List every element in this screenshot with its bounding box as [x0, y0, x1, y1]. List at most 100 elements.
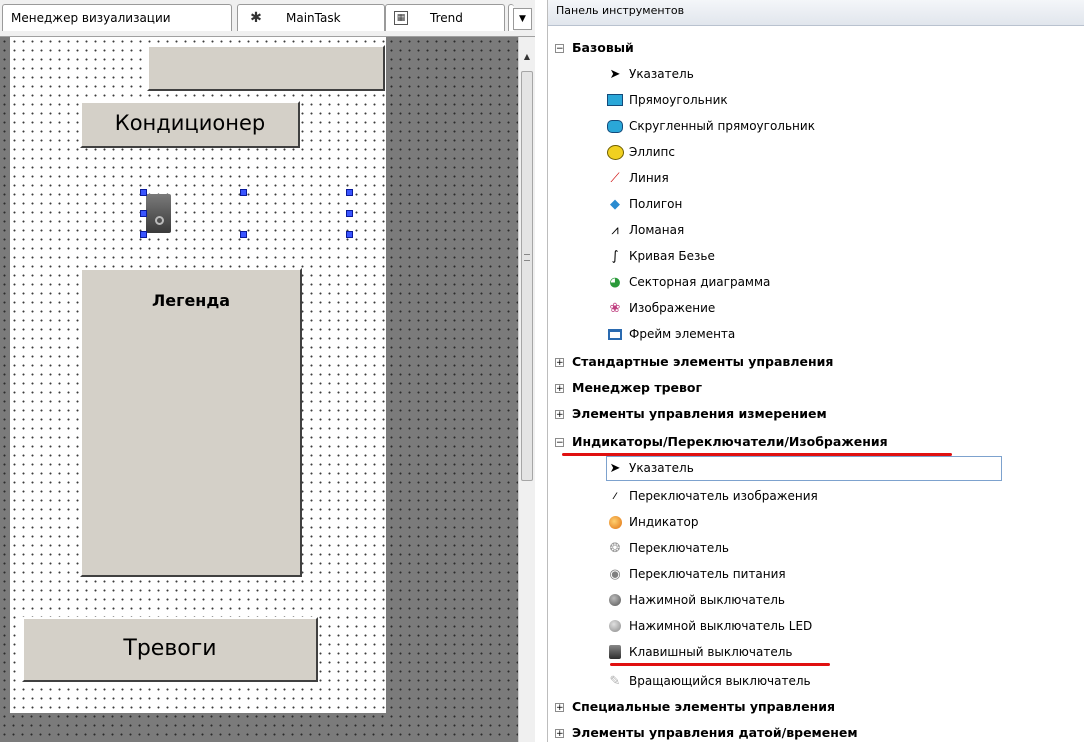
tool-label: Переключатель питания	[629, 567, 786, 581]
tool-pointer-2[interactable]: ➤ Указатель	[606, 455, 694, 481]
tool-label: Переключатель изображения	[629, 489, 818, 503]
alarms-button[interactable]: Тревоги	[22, 617, 318, 682]
vertical-scrollbar[interactable]: ▲	[518, 37, 535, 742]
tool-image[interactable]: ❀ Изображение	[606, 295, 716, 321]
pointer-icon: ➤	[609, 66, 621, 82]
scroll-thumb[interactable]	[521, 71, 533, 481]
tool-bezier[interactable]: ∫ Кривая Безье	[606, 243, 715, 269]
polyline-icon: ⩘	[611, 222, 619, 238]
ellipse-icon	[606, 144, 624, 162]
tool-rocker-switch[interactable]: Клавишный выключатель	[606, 639, 792, 665]
category-standard-controls[interactable]: + Стандартные элементы управления	[555, 349, 833, 375]
expand-icon[interactable]: +	[555, 703, 564, 713]
expand-icon[interactable]: +	[555, 358, 564, 368]
tool-label: Клавишный выключатель	[629, 645, 793, 659]
tool-label: Ломаная	[629, 223, 685, 237]
tool-label: Указатель	[629, 461, 694, 475]
tool-label: Фрейм элемента	[629, 327, 736, 341]
rounded-rectangle-icon	[606, 118, 624, 136]
category-label: Менеджер тревог	[572, 380, 703, 395]
category-label: Специальные элементы управления	[572, 699, 835, 714]
collapse-icon[interactable]: −	[555, 44, 564, 54]
tab-label: Trend	[430, 11, 463, 25]
grip-icon	[524, 254, 530, 261]
category-label: Индикаторы/Переключатели/Изображения	[572, 434, 888, 449]
category-label: Стандартные элементы управления	[572, 354, 834, 369]
push-led-icon	[606, 618, 624, 636]
frame-icon	[606, 326, 624, 344]
toolbox-title: Панель инструментов	[548, 0, 1084, 26]
selection-handle[interactable]	[140, 210, 147, 217]
rocker-switch-element[interactable]	[146, 194, 171, 233]
tool-line[interactable]: ⟋ Линия	[606, 165, 669, 191]
selection-handle[interactable]	[346, 210, 353, 217]
tool-label: Скругленный прямоугольник	[629, 119, 815, 133]
selection-handle[interactable]	[346, 231, 353, 238]
tab-visualization-manager[interactable]: Менеджер визуализации	[2, 4, 232, 31]
rotary-switch-icon: ✎	[609, 673, 621, 689]
tool-polyline[interactable]: ⩘ Ломаная	[606, 217, 684, 243]
power-switch-icon: ◉	[609, 566, 621, 582]
on-off-icon: ⁄	[614, 491, 616, 502]
category-special-controls[interactable]: + Специальные элементы управления	[555, 694, 835, 720]
visualization-canvas[interactable]: Кондиционер Легенда Тревоги	[10, 37, 386, 713]
task-icon: ✱	[250, 10, 262, 26]
tool-label: Прямоугольник	[629, 93, 728, 107]
category-datetime-controls[interactable]: + Элементы управления датой/временем	[555, 720, 858, 746]
dial-switch-icon: ❂	[609, 540, 621, 556]
tool-push-switch-led[interactable]: Нажимной выключатель LED	[606, 613, 812, 639]
polygon-icon: ◆	[610, 196, 620, 212]
pie-icon: ◕	[609, 274, 621, 290]
tab-maintask[interactable]: ✱ MainTask	[237, 4, 385, 31]
bezier-icon: ∫	[611, 248, 619, 264]
collapse-icon[interactable]: −	[555, 438, 564, 448]
rectangle-icon	[606, 92, 624, 110]
tool-label: Эллипс	[629, 145, 675, 159]
image-icon: ❀	[609, 300, 621, 316]
category-measurement-controls[interactable]: + Элементы управления измерением	[555, 401, 827, 427]
tool-pointer[interactable]: ➤ Указатель	[606, 61, 694, 87]
tool-rotary-switch[interactable]: ✎ Вращающийся выключатель	[606, 668, 811, 694]
tool-dial-switch[interactable]: ❂ Переключатель	[606, 535, 729, 561]
push-button-icon	[606, 592, 624, 610]
top-button[interactable]	[147, 45, 385, 91]
tab-trend[interactable]: ▦ Trend	[385, 4, 505, 31]
conditioner-button[interactable]: Кондиционер	[80, 101, 300, 148]
tool-label: Нажимной выключатель	[629, 593, 785, 607]
line-icon: ⟋	[610, 170, 620, 186]
tool-lamp[interactable]: Индикатор	[606, 509, 698, 535]
expand-icon[interactable]: +	[555, 410, 564, 420]
tool-label: Кривая Безье	[629, 249, 715, 263]
expand-icon[interactable]: +	[555, 729, 564, 739]
tool-label: Полигон	[629, 197, 683, 211]
category-indicators-switches-images[interactable]: − Индикаторы/Переключатели/Изображения	[555, 429, 888, 455]
tool-image-switcher[interactable]: ⁄ Переключатель изображения	[606, 483, 818, 509]
tool-push-switch[interactable]: Нажимной выключатель	[606, 587, 785, 613]
tool-frame[interactable]: Фрейм элемента	[606, 321, 735, 347]
trend-icon: ▦	[394, 11, 408, 25]
selection-handle[interactable]	[240, 231, 247, 238]
category-basic[interactable]: − Базовый	[555, 35, 634, 61]
selection-handle[interactable]	[346, 189, 353, 196]
tool-ellipse[interactable]: Эллипс	[606, 139, 675, 165]
legend-panel[interactable]: Легенда	[80, 268, 302, 577]
visualization-editor: Менеджер визуализации ✱ MainTask ▦ Trend…	[0, 0, 535, 742]
category-label: Базовый	[572, 40, 634, 55]
tool-rectangle[interactable]: Прямоугольник	[606, 87, 728, 113]
selection-handle[interactable]	[140, 231, 147, 238]
tool-power-switch[interactable]: ◉ Переключатель питания	[606, 561, 786, 587]
tab-list-dropdown-button[interactable]: ▼	[513, 8, 532, 30]
editor-tab-bar: Менеджер визуализации ✱ MainTask ▦ Trend…	[0, 0, 535, 37]
category-alarm-manager[interactable]: + Менеджер тревог	[555, 375, 702, 401]
expand-icon[interactable]: +	[555, 384, 564, 394]
selection-handle[interactable]	[140, 189, 147, 196]
tool-rounded-rectangle[interactable]: Скругленный прямоугольник	[606, 113, 815, 139]
tool-pie[interactable]: ◕ Секторная диаграмма	[606, 269, 770, 295]
tool-polygon[interactable]: ◆ Полигон	[606, 191, 682, 217]
tool-label: Линия	[629, 171, 669, 185]
scroll-up-arrow-icon[interactable]: ▲	[519, 49, 535, 65]
selection-handle[interactable]	[240, 189, 247, 196]
rocker-switch-icon	[606, 644, 624, 662]
annotation-underline	[610, 663, 830, 666]
tab-label: Менеджер визуализации	[11, 11, 171, 25]
